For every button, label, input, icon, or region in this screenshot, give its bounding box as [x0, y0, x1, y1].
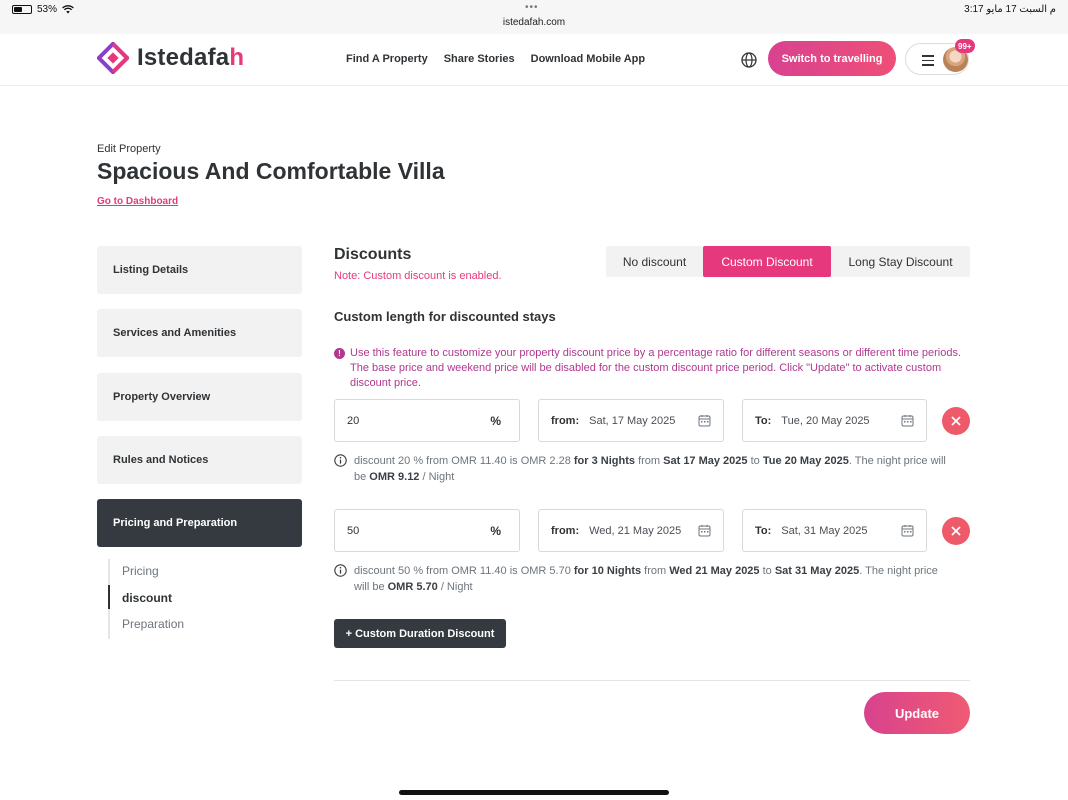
hamburger-icon	[922, 55, 934, 69]
go-to-dashboard-link[interactable]: Go to Dashboard	[97, 196, 178, 207]
discount-type-tabs: No discount Custom Discount Long Stay Di…	[606, 246, 970, 277]
sidebar-item-listing-details[interactable]: Listing Details	[97, 246, 302, 294]
nav-download-app[interactable]: Download Mobile App	[531, 53, 645, 65]
tab-no-discount[interactable]: No discount	[606, 246, 703, 277]
add-custom-duration-discount-button[interactable]: + Custom Duration Discount	[334, 619, 506, 648]
edit-property-label: Edit Property	[97, 143, 161, 155]
main-nav: Find A Property Share Stories Download M…	[346, 53, 645, 65]
info-message: ! Use this feature to customize your pro…	[334, 346, 968, 391]
from-date-field[interactable]: from: Sat, 17 May 2025	[538, 399, 724, 442]
to-label: To:	[755, 524, 772, 537]
close-icon	[951, 526, 961, 536]
update-button[interactable]: Update	[864, 692, 970, 734]
from-label: from:	[551, 524, 580, 537]
sidebar-item-rules-notices[interactable]: Rules and Notices	[97, 436, 302, 484]
clock-date: 3:17 م السبت 17 مايو	[964, 4, 1056, 15]
sidebar-item-property-overview[interactable]: Property Overview	[97, 373, 302, 421]
tab-custom-discount[interactable]: Custom Discount	[703, 246, 831, 277]
calendar-icon	[901, 525, 914, 537]
home-indicator[interactable]	[399, 790, 669, 795]
subnav-active-marker	[108, 585, 110, 609]
discount-row: 50 % from: Wed, 21 May 2025 To: Sat, 31 …	[334, 509, 974, 553]
notification-badge: 99+	[955, 39, 975, 53]
browser-url[interactable]: istedafah.com	[0, 17, 1068, 28]
subnav-pricing[interactable]: Pricing	[122, 564, 159, 578]
from-date-value: Sat, 17 May 2025	[589, 414, 676, 427]
remove-discount-button[interactable]	[942, 407, 970, 435]
info-circle-icon	[334, 564, 347, 577]
to-date-field[interactable]: To: Tue, 20 May 2025	[742, 399, 927, 442]
divider	[334, 680, 970, 681]
globe-icon[interactable]	[740, 51, 758, 69]
sidebar-item-pricing-preparation[interactable]: Pricing and Preparation	[97, 499, 302, 547]
nav-share-stories[interactable]: Share Stories	[444, 53, 515, 65]
subnav-preparation[interactable]: Preparation	[122, 617, 184, 631]
info-icon: !	[334, 348, 345, 359]
percent-input[interactable]: 50 %	[334, 509, 520, 552]
wifi-icon	[62, 5, 74, 14]
discount-note: Note: Custom discount is enabled.	[334, 270, 502, 282]
sidebar-item-services-amenities[interactable]: Services and Amenities	[97, 309, 302, 357]
discounts-title: Discounts	[334, 246, 412, 263]
percent-value: 20	[347, 414, 360, 427]
to-date-field[interactable]: To: Sat, 31 May 2025	[742, 509, 927, 552]
switch-to-travelling-button[interactable]: Switch to travelling	[768, 41, 896, 76]
percent-value: 50	[347, 524, 360, 537]
tab-long-stay-discount[interactable]: Long Stay Discount	[831, 246, 970, 277]
site-header: Istedafah Find A Property Share Stories …	[0, 34, 1068, 86]
page-title: Spacious And Comfortable Villa	[97, 158, 445, 184]
percent-symbol: %	[490, 523, 501, 538]
nav-find-property[interactable]: Find A Property	[346, 53, 428, 65]
from-date-value: Wed, 21 May 2025	[589, 524, 682, 537]
from-label: from:	[551, 414, 580, 427]
info-text: Use this feature to customize your prope…	[350, 347, 962, 389]
multitask-dots[interactable]: •••	[525, 2, 539, 13]
discount-summary: discount 20 % from OMR 11.40 is OMR 2.28…	[334, 453, 954, 485]
percent-input[interactable]: 20 %	[334, 399, 520, 442]
battery-percent: 53%	[37, 4, 58, 15]
calendar-icon	[698, 525, 711, 537]
to-date-value: Tue, 20 May 2025	[781, 414, 870, 427]
close-icon	[951, 416, 961, 426]
battery-icon	[12, 5, 32, 14]
percent-symbol: %	[490, 413, 501, 428]
to-date-value: Sat, 31 May 2025	[781, 524, 868, 537]
to-label: To:	[755, 414, 772, 427]
info-circle-icon	[334, 454, 347, 467]
subnav-discount[interactable]: discount	[122, 591, 172, 605]
calendar-icon	[901, 415, 914, 427]
remove-discount-button[interactable]	[942, 517, 970, 545]
discount-row: 20 % from: Sat, 17 May 2025 To: Tue, 20 …	[334, 399, 974, 443]
logo-mark-icon	[97, 42, 129, 74]
from-date-field[interactable]: from: Wed, 21 May 2025	[538, 509, 724, 552]
pricing-subnav: Pricing discount Preparation	[108, 559, 208, 639]
ios-status-bar: 53% ••• istedafah.com 3:17 م السبت 17 ما…	[0, 0, 1068, 34]
discount-summary: discount 50 % from OMR 11.40 is OMR 5.70…	[334, 563, 954, 595]
battery-status: 53%	[12, 4, 74, 15]
calendar-icon	[698, 415, 711, 427]
custom-length-title: Custom length for discounted stays	[334, 309, 556, 324]
site-logo[interactable]: Istedafah	[97, 42, 244, 74]
logo-text: Istedafah	[137, 44, 245, 71]
